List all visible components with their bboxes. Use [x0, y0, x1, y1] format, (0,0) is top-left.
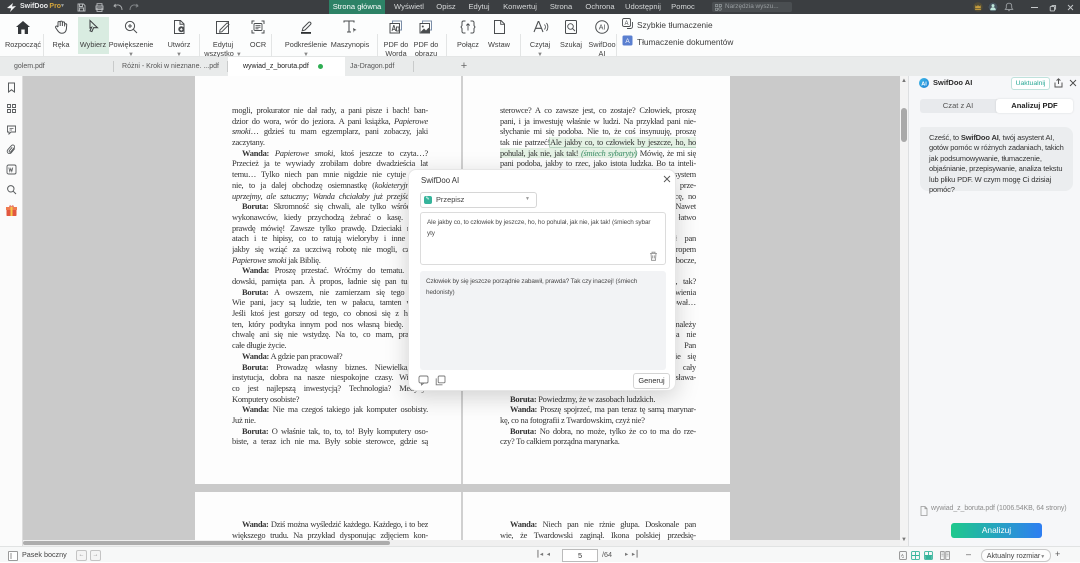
svg-text:A: A [624, 21, 628, 27]
svg-text:AI: AI [921, 81, 927, 87]
svg-text:A: A [625, 38, 630, 45]
svg-text:AI: AI [599, 25, 606, 32]
